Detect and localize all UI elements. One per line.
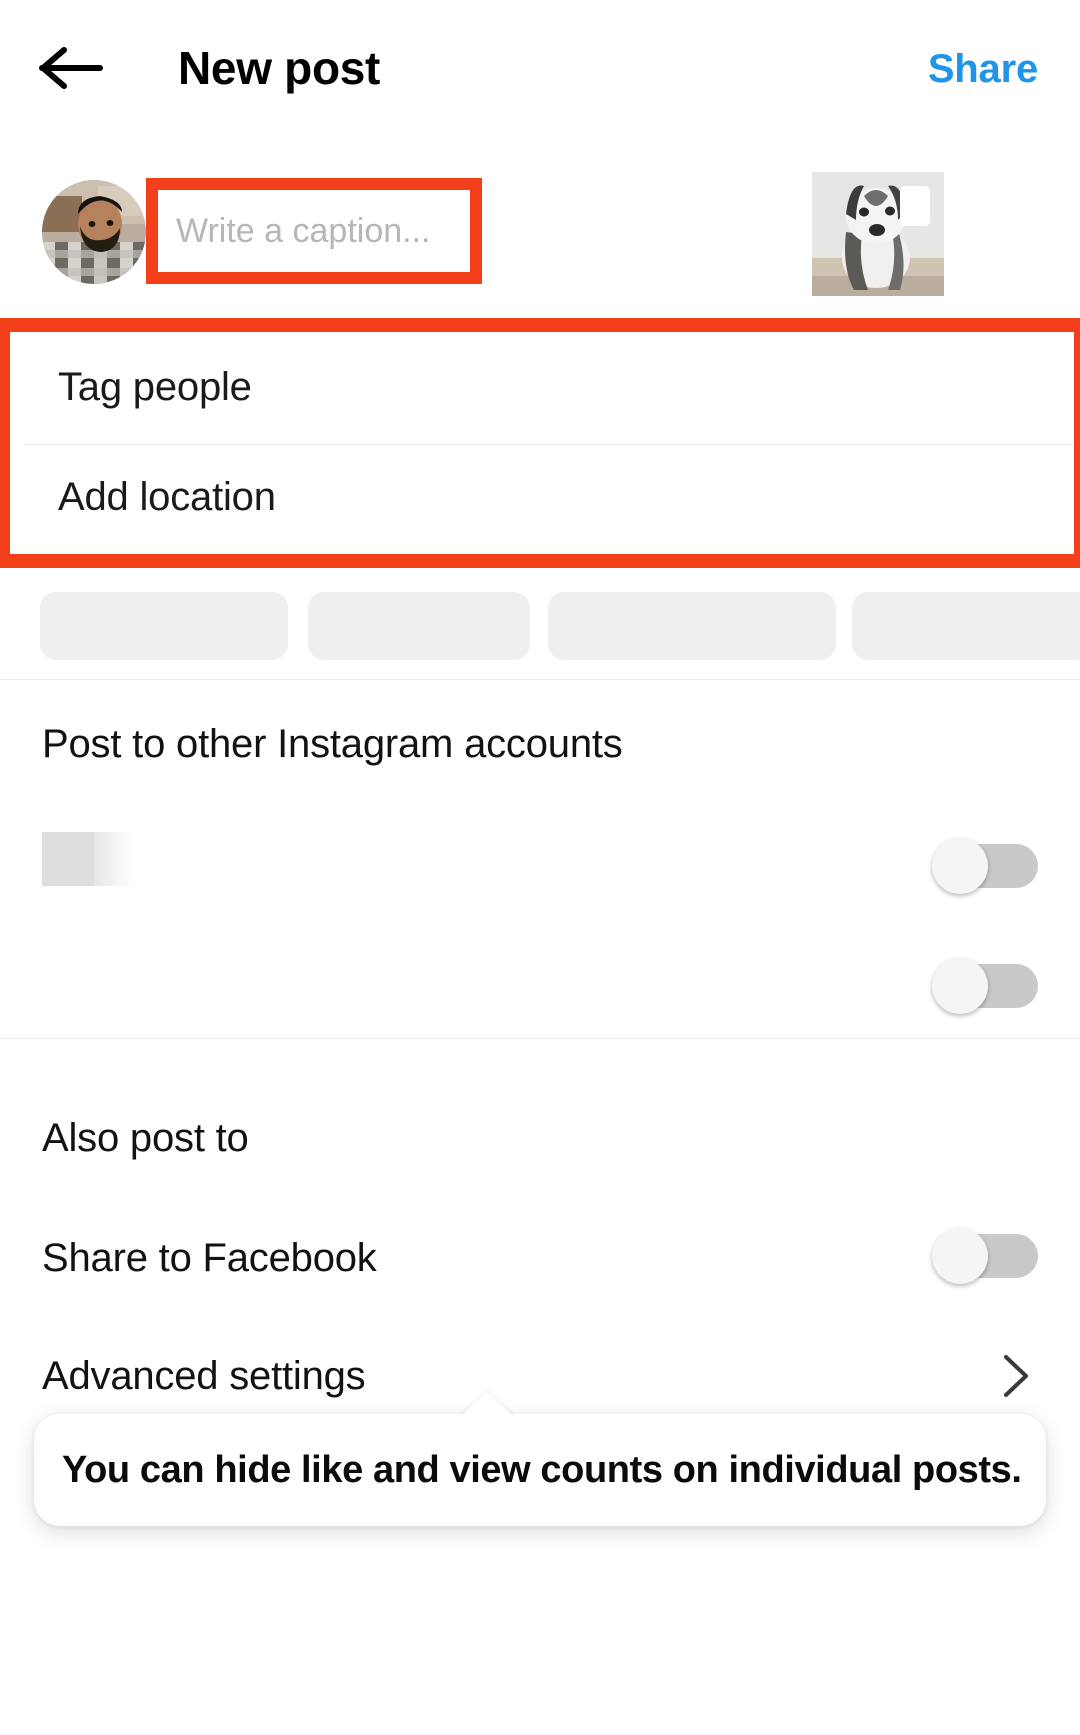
add-location-row[interactable]: Add location	[10, 442, 1074, 552]
toggle-knob	[932, 1228, 988, 1284]
app-header: New post Share	[0, 0, 1080, 136]
avatar[interactable]	[42, 180, 146, 284]
suggestion-chip-placeholder[interactable]	[308, 592, 530, 660]
account-toggle-2[interactable]	[932, 958, 1038, 1014]
toggle-knob	[932, 958, 988, 1014]
post-thumbnail[interactable]	[812, 172, 944, 296]
share-to-facebook-label: Share to Facebook	[42, 1236, 377, 1280]
account-toggle-1[interactable]	[932, 838, 1038, 894]
tag-people-row[interactable]: Tag people	[10, 332, 1074, 442]
also-post-to-heading: Also post to	[42, 1116, 249, 1160]
tooltip-bubble[interactable]: You can hide like and view counts on ind…	[34, 1414, 1046, 1526]
caption-row	[0, 150, 1080, 312]
user-avatar-image	[42, 180, 146, 284]
post-to-other-accounts-section: Post to other Instagram accounts	[0, 680, 1080, 1040]
section-divider	[0, 1038, 1080, 1039]
suggestion-chips-row[interactable]	[0, 572, 1080, 680]
tooltip-arrow	[459, 1392, 515, 1418]
tag-people-label: Tag people	[58, 364, 252, 409]
post-thumbnail-dog	[812, 172, 944, 296]
add-location-label: Add location	[58, 474, 276, 519]
suggestion-chip-placeholder[interactable]	[548, 592, 836, 660]
share-button[interactable]: Share	[928, 44, 1038, 94]
tooltip: You can hide like and view counts on ind…	[34, 1392, 1046, 1532]
share-to-facebook-toggle[interactable]	[932, 1228, 1038, 1284]
options-highlight-box: Tag people Add location	[0, 318, 1080, 568]
toggle-knob	[932, 838, 988, 894]
suggestion-chip-placeholder[interactable]	[40, 592, 288, 660]
suggestion-chip-placeholder[interactable]	[852, 592, 1080, 660]
caption-highlight-box	[146, 178, 482, 284]
account-name-placeholder-fade	[94, 832, 136, 886]
accounts-section-heading: Post to other Instagram accounts	[42, 722, 623, 766]
page-title: New post	[178, 42, 381, 94]
caption-input[interactable]	[158, 190, 470, 272]
arrow-left-icon	[38, 45, 104, 91]
back-button[interactable]	[38, 38, 104, 98]
account-name-placeholder	[42, 832, 94, 886]
tooltip-text: You can hide like and view counts on ind…	[62, 1448, 1022, 1491]
